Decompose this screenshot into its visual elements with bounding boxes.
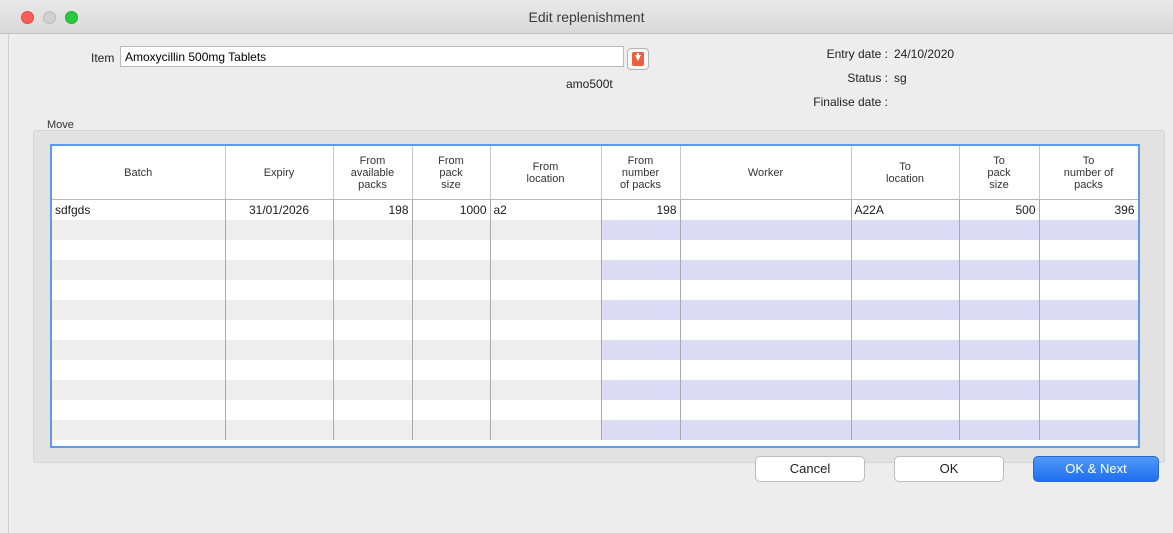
table-header-row: Batch Expiry From available packs From p… xyxy=(52,146,1138,200)
column-header-to-number-of-packs[interactable]: To number of packs xyxy=(1039,146,1138,200)
cell-from-available-packs[interactable]: 198 xyxy=(333,199,413,220)
move-panel: Batch Expiry From available packs From p… xyxy=(33,130,1165,463)
column-header-from-available-packs[interactable]: From available packs xyxy=(333,146,413,200)
title-bar: Edit replenishment xyxy=(0,0,1173,34)
status-value: sg xyxy=(894,71,907,85)
ok-and-next-button[interactable]: OK & Next xyxy=(1033,456,1159,482)
empty-row[interactable] xyxy=(52,419,1138,440)
column-header-worker[interactable]: Worker xyxy=(680,146,852,200)
empty-row[interactable] xyxy=(52,359,1138,380)
empty-row[interactable] xyxy=(52,239,1138,260)
column-header-from-number-of-packs[interactable]: From number of packs xyxy=(601,146,681,200)
empty-row[interactable] xyxy=(52,339,1138,360)
column-header-batch[interactable]: Batch xyxy=(52,146,226,200)
empty-row[interactable] xyxy=(52,279,1138,300)
column-header-expiry[interactable]: Expiry xyxy=(225,146,334,200)
empty-row[interactable] xyxy=(52,299,1138,320)
item-lookup-button[interactable] xyxy=(627,48,649,70)
column-header-to-location[interactable]: To location xyxy=(851,146,960,200)
cell-from-location[interactable]: a2 xyxy=(490,199,602,220)
window-title: Edit replenishment xyxy=(528,9,645,25)
item-label: Item xyxy=(91,51,115,65)
empty-row[interactable] xyxy=(52,219,1138,240)
cell-batch[interactable]: sdfgds xyxy=(52,199,226,220)
empty-row[interactable] xyxy=(52,379,1138,400)
empty-row[interactable] xyxy=(52,259,1138,280)
cell-expiry[interactable]: 31/01/2026 xyxy=(225,199,334,220)
move-grid: Batch Expiry From available packs From p… xyxy=(52,146,1138,440)
ok-button[interactable]: OK xyxy=(894,456,1004,482)
empty-row[interactable] xyxy=(52,319,1138,340)
item-input[interactable] xyxy=(120,46,624,67)
entry-date-label: Entry date : xyxy=(826,47,888,61)
dialog-content: Item amo500t Entry date : 24/10/2020 Sta… xyxy=(8,34,1173,533)
empty-row[interactable] xyxy=(52,399,1138,420)
item-code: amo500t xyxy=(566,77,613,91)
cell-to-pack-size[interactable]: 500 xyxy=(959,199,1040,220)
column-header-to-pack-size[interactable]: To pack size xyxy=(959,146,1040,200)
cell-from-number-of-packs[interactable]: 198 xyxy=(601,199,681,220)
cell-to-location[interactable]: A22A xyxy=(851,199,960,220)
entry-date-value: 24/10/2020 xyxy=(894,47,955,61)
status-label: Status : xyxy=(847,71,888,85)
cancel-button[interactable]: Cancel xyxy=(755,456,865,482)
cell-to-number-of-packs[interactable]: 396 xyxy=(1039,199,1138,220)
download-arrow-icon xyxy=(632,52,644,66)
move-table[interactable]: Batch Expiry From available packs From p… xyxy=(50,144,1140,448)
cell-from-pack-size[interactable]: 1000 xyxy=(412,199,491,220)
cell-worker[interactable] xyxy=(680,199,852,220)
edit-replenishment-window: Edit replenishment Item amo500t Entry da… xyxy=(0,0,1173,533)
column-header-from-pack-size[interactable]: From pack size xyxy=(412,146,491,200)
table-row[interactable]: sdfgds 31/01/2026 198 1000 a2 198 A22A 5… xyxy=(52,199,1138,220)
column-header-from-location[interactable]: From location xyxy=(490,146,602,200)
finalise-date-label: Finalise date : xyxy=(813,95,888,109)
